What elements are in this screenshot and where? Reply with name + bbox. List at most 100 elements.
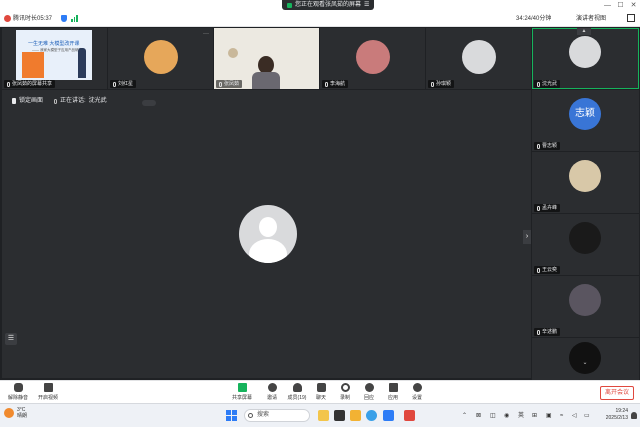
mic-icon [537, 81, 540, 87]
wifi-icon[interactable]: ≈ [560, 412, 563, 420]
pin-view-button[interactable]: 锁定画面 [12, 97, 43, 105]
tray-app-icon[interactable]: ◉ [504, 412, 509, 420]
video-off-icon [43, 383, 53, 392]
leave-meeting-button[interactable]: 离开会议 [599, 386, 634, 400]
record-icon [340, 383, 350, 392]
mic-icon [54, 98, 57, 104]
rail-scroll-up-icon[interactable]: ▲ [577, 28, 591, 35]
tray-app-icon[interactable]: ▣ [546, 412, 552, 420]
battery-icon[interactable]: ▭ [584, 412, 590, 420]
mic-icon [431, 81, 434, 87]
system-clock[interactable]: 19:24 2025/2/13 [606, 408, 628, 422]
participant-name-tag: 刘红星 [110, 80, 137, 88]
participant-name-tag: 张凤茹 [216, 80, 243, 88]
title-bar: 您正在观看张凤茹的屏幕 ☰ — ☐ ✕ [0, 0, 640, 11]
mic-icon [537, 329, 540, 335]
audio-wave-icon [142, 100, 156, 106]
rail-tile-shenguangwu[interactable]: 沈光武 [532, 28, 639, 89]
rail-tile-xinshupeng[interactable]: 辛述鹏 [532, 276, 639, 337]
speaker-view-button[interactable]: 演讲者视图 [576, 14, 606, 24]
window-controls: — ☐ ✕ [601, 0, 640, 11]
settings-button[interactable]: 设置 [402, 383, 432, 401]
task-view-icon[interactable] [334, 410, 345, 421]
mic-icon [219, 81, 222, 87]
mic-icon [537, 205, 540, 211]
mic-off-icon [13, 383, 23, 392]
mic-icon [325, 81, 328, 87]
taskbar-search-box[interactable]: 搜索 [244, 409, 310, 422]
reaction-icon [364, 383, 374, 392]
cat-avatar [143, 39, 178, 74]
participant-tile-lihaihang[interactable]: 李海航 [320, 28, 425, 89]
input-language[interactable]: 英 [518, 412, 524, 420]
keyboard-icon[interactable]: ⊞ [532, 412, 537, 420]
list-icon[interactable]: ☰ [5, 333, 17, 345]
presenter-figure [78, 48, 86, 78]
weather-widget[interactable]: 3°C 晴朗 [4, 407, 27, 419]
windows-start-icon[interactable] [226, 410, 237, 421]
tray-app-icon[interactable]: ◫ [490, 412, 496, 420]
weather-description: 晴朗 [17, 413, 28, 419]
default-avatar [461, 39, 496, 74]
invite-icon [267, 383, 277, 392]
meeting-timer: 34:24/40分钟 [516, 16, 552, 22]
rail-scroll-down-icon[interactable]: ⌄ [578, 359, 592, 367]
mic-icon [7, 81, 10, 87]
close-button[interactable]: ✕ [627, 0, 640, 11]
volume-icon[interactable]: ◁ [572, 412, 577, 420]
book-image [22, 52, 44, 78]
security-shield-icon[interactable] [61, 15, 67, 22]
participant-name-tag: 李海航 [322, 80, 349, 88]
clock-time: 19:24 [615, 408, 628, 414]
start-video-button[interactable]: 开启视频 [33, 383, 63, 401]
signal-strength-icon[interactable] [71, 15, 79, 22]
participant-name-tag: 孙琪颖 [428, 80, 455, 88]
participant-tile-screen-share[interactable]: 一生无难 大模型改开课 —— 我家大模型子应用产品研究 张凤茹的屏幕共享 [2, 28, 107, 89]
pin-icon [12, 98, 16, 104]
photo-avatar [569, 222, 601, 254]
search-icon [248, 413, 253, 418]
tray-chevron-icon[interactable]: ⌃ [462, 412, 467, 420]
share-banner[interactable]: 您正在观看张凤茹的屏幕 ☰ [282, 0, 375, 10]
rail-tile-menghuifeng[interactable]: 孟卉峰 [532, 152, 639, 213]
maximize-button[interactable]: ☐ [614, 0, 627, 11]
windows-taskbar: 3°C 晴朗 搜索 ⌃ ⊠ ◫ ◉ 英 ⊞ ▣ ≈ ◁ ▭ 19:24 2025… [0, 403, 640, 427]
clock-date: 2025/2/13 [605, 415, 628, 421]
file-explorer-icon[interactable] [350, 410, 361, 421]
rail-tile-wangyunyi[interactable]: 王云奕 [532, 214, 639, 275]
expand-rail-button[interactable]: › [523, 230, 531, 244]
photo-avatar [569, 160, 601, 192]
participant-tile-liuhongxing[interactable]: ··· 刘红星 [108, 28, 213, 89]
speaker-avatar [239, 205, 297, 263]
browser-icon[interactable] [366, 410, 377, 421]
minimize-button[interactable]: — [601, 0, 614, 11]
wps-icon[interactable] [404, 410, 415, 421]
tencent-meeting-icon[interactable] [383, 410, 394, 421]
rail-tile-caozhiying[interactable]: 志颖 曹志颖 [532, 90, 639, 151]
share-screen-icon [237, 383, 247, 392]
sun-icon [4, 408, 14, 418]
unmute-button[interactable]: 解除静音 [3, 383, 33, 401]
default-avatar [569, 36, 601, 68]
share-indicator-icon [287, 2, 292, 8]
shared-slide-thumbnail: 一生无难 大模型改开课 —— 我家大模型子应用产品研究 [16, 30, 92, 80]
participant-tile-sunqiying[interactable]: 孙琪颖 [426, 28, 531, 89]
more-options-icon[interactable]: ··· [203, 31, 209, 37]
participant-tile-zhangfengru[interactable]: 张凤茹 [214, 28, 319, 89]
participant-body [252, 72, 280, 89]
menu-icon[interactable]: ☰ [364, 0, 369, 10]
share-screen-button[interactable]: 共享屏幕 [227, 383, 257, 401]
fullscreen-icon[interactable] [627, 14, 635, 22]
meeting-status-icon [4, 15, 11, 22]
mic-icon [113, 81, 116, 87]
mic-icon [537, 143, 540, 149]
participant-gallery: 一生无难 大模型改开课 —— 我家大模型子应用产品研究 张凤茹的屏幕共享 ···… [2, 28, 533, 89]
room-lamp [228, 48, 238, 58]
tray-app-icon[interactable]: ⊠ [476, 412, 481, 420]
widget-icon[interactable] [318, 410, 329, 421]
notification-bell-icon[interactable] [631, 412, 637, 419]
photo-avatar [569, 342, 601, 374]
apps-icon [388, 383, 398, 392]
active-speaker-name: 沈光武 [88, 98, 107, 104]
text-avatar: 志颖 [569, 98, 601, 130]
